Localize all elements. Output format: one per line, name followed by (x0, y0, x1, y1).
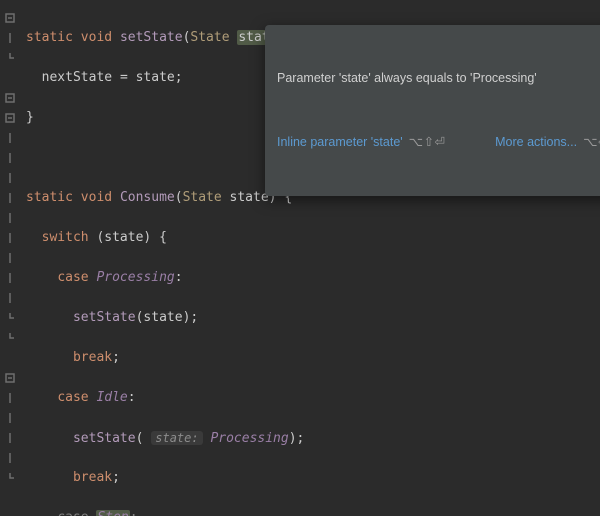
code-line[interactable]: case Processing: (26, 268, 600, 288)
fold-toggle-icon[interactable] (0, 88, 20, 108)
fold-bar (0, 168, 20, 188)
code-editor: static void setState(State state) { next… (0, 0, 600, 516)
fold-bar (0, 28, 20, 48)
code-line[interactable]: case Stop: (26, 508, 600, 516)
fold-toggle-icon[interactable] (0, 108, 20, 128)
code-line[interactable]: case Idle: (26, 388, 600, 408)
shortcut-hint: ⌥⇧⏎ (409, 133, 446, 151)
code-line[interactable]: break; (26, 348, 600, 368)
fold-bar (0, 248, 20, 268)
fold-bar (0, 208, 20, 228)
inspection-message: Parameter 'state' always equals to 'Proc… (277, 69, 537, 87)
more-actions-link[interactable]: More actions... (495, 133, 577, 151)
fold-bar (0, 268, 20, 288)
fold-bar (0, 188, 20, 208)
fold-bar (0, 128, 20, 148)
code-line[interactable]: switch (state) { (26, 228, 600, 248)
code-area[interactable]: static void setState(State state) { next… (20, 0, 600, 516)
fold-bar (0, 148, 20, 168)
code-line[interactable]: setState( state: Processing); (26, 428, 600, 448)
fold-bar (0, 428, 20, 448)
fold-end-icon (0, 328, 20, 348)
parameter-hint: state: (151, 431, 202, 445)
fold-toggle-icon[interactable] (0, 8, 20, 28)
fold-bar (0, 388, 20, 408)
gutter (0, 0, 20, 516)
fold-bar (0, 228, 20, 248)
fold-end-icon (0, 48, 20, 68)
shortcut-hint: ⌥⏎ (583, 133, 600, 151)
fold-bar (0, 288, 20, 308)
fold-end-icon (0, 308, 20, 328)
inspection-popup: Parameter 'state' always equals to 'Proc… (265, 25, 600, 196)
fold-bar (0, 448, 20, 468)
code-line[interactable]: break; (26, 468, 600, 488)
fold-bar (0, 408, 20, 428)
more-icon[interactable] (595, 72, 600, 85)
inline-parameter-action[interactable]: Inline parameter 'state' (277, 133, 403, 151)
code-line[interactable]: setState(state); (26, 308, 600, 328)
fold-end-icon (0, 468, 20, 488)
fold-toggle-icon[interactable] (0, 368, 20, 388)
